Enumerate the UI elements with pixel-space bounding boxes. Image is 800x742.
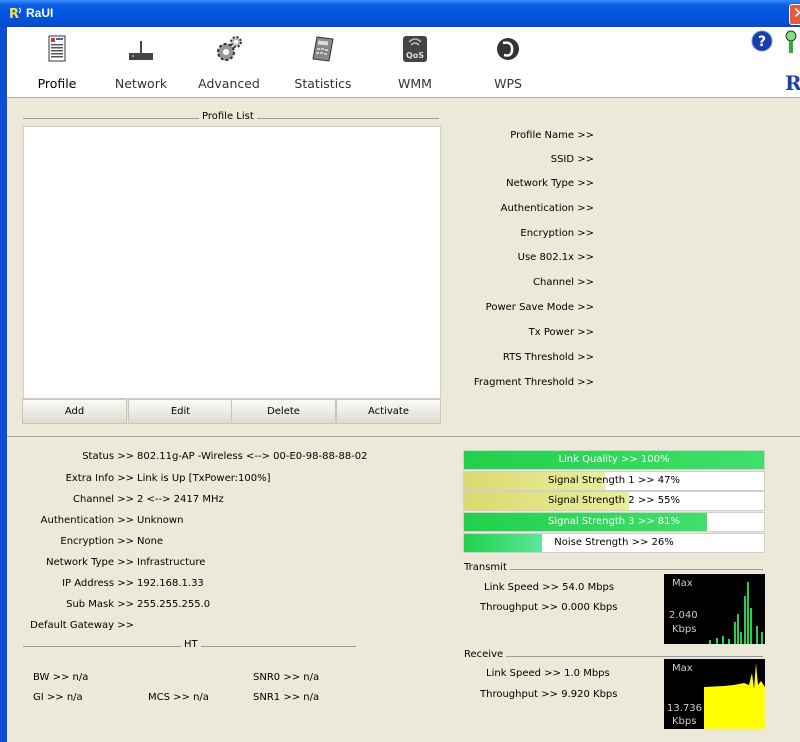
- status-tray-icon[interactable]: [783, 29, 799, 55]
- channel-key: Channel >>: [73, 494, 134, 505]
- transmit-graph-unit: Kbps: [672, 624, 697, 635]
- app-icon: R: [9, 7, 22, 21]
- extra-info-value: Link is Up [TxPower:100%]: [137, 473, 271, 484]
- tx-power-label: Tx Power >>: [528, 327, 594, 338]
- signal-strength-2-label: Signal Strength 2 >> 55%: [547, 495, 681, 506]
- window-border: [0, 27, 7, 742]
- rts-threshold-label: RTS Threshold >>: [502, 352, 594, 363]
- transmit-link-speed: Link Speed >> 54.0 Mbps: [484, 582, 615, 593]
- ssid-label: SSID >>: [550, 154, 594, 165]
- power-save-mode-label: Power Save Mode >>: [485, 302, 594, 313]
- wps-icon: [497, 38, 519, 60]
- signal-strength-1-label: Signal Strength 1 >> 47%: [547, 475, 681, 486]
- wmm-icon: QoS: [403, 36, 427, 62]
- tab-label: WMM: [398, 76, 432, 91]
- tab-label: Profile: [37, 76, 77, 91]
- add-button[interactable]: Add: [22, 399, 127, 424]
- encryption-label: Encryption >>: [520, 228, 594, 239]
- activate-button[interactable]: Activate: [336, 399, 441, 424]
- signal-strength-1-bar: Signal Strength 1 >> 47%: [463, 471, 765, 491]
- authentication-label: Authentication >>: [500, 203, 594, 214]
- tab-label: Statistics: [294, 76, 352, 91]
- snr1-value: SNR1 >> n/a: [253, 692, 320, 703]
- sub-mask-key: Sub Mask >>: [66, 599, 134, 610]
- profile-name-label: Profile Name >>: [510, 130, 594, 141]
- receive-graph: Max 13.736 Kbps: [664, 659, 765, 729]
- transmit-throughput: Throughput >> 0.000 Kbps: [480, 602, 618, 613]
- close-icon: ✕: [793, 4, 800, 22]
- network-icon: [129, 41, 153, 60]
- link-quality-bar: Link Quality >> 100%: [463, 450, 765, 470]
- svg-text:?: ?: [758, 34, 766, 50]
- tab-wps[interactable]: WPS: [473, 31, 543, 91]
- link-quality-label: Link Quality >> 100%: [558, 454, 670, 465]
- transmit-graph-max: Max: [672, 578, 693, 589]
- ip-address-value: 192.168.1.33: [137, 578, 204, 589]
- sub-mask-value: 255.255.255.0: [137, 599, 211, 610]
- svg-text:QoS: QoS: [406, 51, 424, 60]
- signal-strength-3-bar: Signal Strength 3 >> 81%: [463, 512, 765, 532]
- transmit-graph-value: 2.040: [669, 610, 698, 621]
- receive-graph-value: 13.736: [667, 703, 702, 714]
- close-button[interactable]: ✕: [789, 4, 800, 25]
- status-value: 802.11g-AP -Wireless <--> 00-E0-98-88-88…: [137, 451, 368, 462]
- profile-list[interactable]: [23, 126, 441, 399]
- extra-info-key: Extra Info >>: [65, 473, 134, 484]
- signal-strength-2-bar: Signal Strength 2 >> 55%: [463, 491, 765, 511]
- svg-text:R: R: [9, 7, 19, 21]
- authentication-key: Authentication >>: [40, 515, 134, 526]
- advanced-icon: [217, 36, 242, 61]
- receive-throughput: Throughput >> 9.920 Kbps: [480, 689, 618, 700]
- profile-icon: [48, 35, 66, 62]
- statistics-icon: [312, 36, 334, 62]
- tab-label: WPS: [494, 76, 522, 91]
- network-type-label: Network Type >>: [506, 178, 594, 189]
- channel-value: 2 <--> 2417 MHz: [137, 494, 224, 505]
- bw-value: BW >> n/a: [33, 672, 89, 683]
- transmit-graph: Max 2.040 Kbps: [664, 574, 765, 644]
- encryption-value: None: [137, 536, 164, 547]
- receive-title: Receive: [461, 649, 507, 660]
- ip-address-key: IP Address >>: [62, 578, 134, 589]
- authentication-value: Unknown: [137, 515, 184, 526]
- network-type-key: Network Type >>: [46, 557, 134, 568]
- fragment-threshold-label: Fragment Threshold >>: [473, 377, 594, 388]
- channel-label: Channel >>: [533, 277, 594, 288]
- ht-title: HT: [181, 639, 201, 650]
- divider: [463, 656, 763, 657]
- delete-button[interactable]: Delete: [231, 399, 336, 424]
- help-icon[interactable]: ?: [751, 30, 773, 52]
- receive-link-speed: Link Speed >> 1.0 Mbps: [486, 668, 610, 679]
- gi-value: GI >> n/a: [33, 692, 83, 703]
- status-key: Status >>: [82, 451, 134, 462]
- tab-profile[interactable]: Profile: [22, 31, 92, 91]
- receive-graph-unit: Kbps: [672, 716, 697, 727]
- tab-network[interactable]: Network: [106, 31, 176, 91]
- noise-strength-bar: Noise Strength >> 26%: [463, 533, 765, 553]
- use-8021x-label: Use 802.1x >>: [517, 252, 594, 263]
- window-title: RaUI: [26, 6, 54, 20]
- snr0-value: SNR0 >> n/a: [253, 672, 320, 683]
- edit-button[interactable]: Edit: [128, 399, 233, 424]
- receive-graph-max: Max: [672, 663, 693, 674]
- network-type-value: Infrastructure: [137, 557, 206, 568]
- tab-label: Advanced: [198, 76, 260, 91]
- signal-strength-3-label: Signal Strength 3 >> 81%: [547, 516, 681, 527]
- encryption-key: Encryption >>: [60, 536, 134, 547]
- tab-advanced[interactable]: Advanced: [194, 31, 264, 91]
- mcs-value: MCS >> n/a: [148, 692, 209, 703]
- default-gateway-key: Default Gateway >>: [30, 620, 134, 631]
- section-divider: [7, 436, 800, 437]
- noise-strength-label: Noise Strength >> 26%: [554, 537, 674, 548]
- tab-wmm[interactable]: QoS WMM: [380, 31, 450, 91]
- transmit-title: Transmit: [461, 562, 510, 573]
- toolbar: Profile Network Advanced Statistics QoS …: [7, 27, 800, 98]
- tab-label: Network: [114, 76, 168, 91]
- brand-logo: R: [785, 71, 800, 95]
- tab-statistics[interactable]: Statistics: [288, 31, 358, 91]
- title-bar[interactable]: [0, 0, 800, 27]
- profile-list-title: Profile List: [199, 111, 257, 122]
